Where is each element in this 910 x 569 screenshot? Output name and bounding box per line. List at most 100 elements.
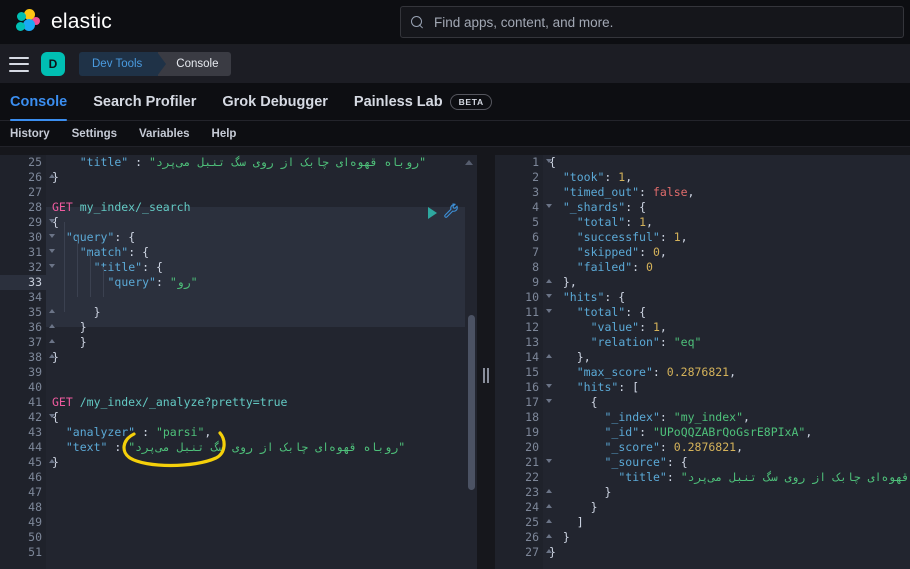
- hamburger-menu-icon[interactable]: [9, 56, 29, 72]
- line-number: 44: [28, 440, 42, 454]
- line-number: 25: [495, 515, 552, 530]
- line-number: 24: [495, 500, 552, 515]
- line-number: 4: [495, 200, 552, 215]
- subnav-item-settings[interactable]: Settings: [72, 128, 117, 140]
- code-line: }: [79, 320, 87, 334]
- code-line: "skipped": 0,: [576, 245, 667, 259]
- line-number: 35: [0, 305, 55, 320]
- line-number: 7: [532, 245, 539, 259]
- tab-search-profiler-label: Search Profiler: [93, 93, 197, 110]
- line-number: 17: [495, 395, 552, 410]
- subnav-item-variables[interactable]: Variables: [139, 128, 190, 140]
- code-line: }: [604, 485, 612, 499]
- app-initial-badge[interactable]: D: [41, 52, 65, 76]
- splitter-grip-handle[interactable]: [483, 368, 489, 383]
- scroll-up-arrow[interactable]: [465, 160, 473, 165]
- tab-search-profiler[interactable]: Search Profiler: [93, 83, 196, 121]
- line-number: 29: [0, 215, 55, 230]
- code-line: "successful": 1,: [576, 230, 688, 244]
- breadcrumb-item-console[interactable]: Console: [158, 52, 231, 76]
- line-number: 5: [532, 215, 539, 229]
- tab-painless-lab[interactable]: Painless Lab BETA: [354, 83, 492, 121]
- code-line: }: [79, 335, 87, 349]
- line-number: 3: [532, 185, 539, 199]
- code-line: "match": {: [79, 245, 150, 259]
- code-line: ]: [576, 515, 584, 529]
- line-number: 15: [525, 365, 539, 379]
- response-code: { "took": 1, "timed_out": false, "_shard…: [549, 155, 910, 560]
- line-number: 48: [28, 500, 42, 514]
- code-line: "_index": "my_index",: [604, 410, 750, 424]
- code-line: "took": 1,: [562, 170, 633, 184]
- line-number: 39: [28, 365, 42, 379]
- code-line: "total": {: [576, 305, 647, 319]
- code-line: "query": {: [65, 230, 136, 244]
- code-line: }: [52, 170, 59, 184]
- code-line: "title": "روباه قهوه‌ای چابک از روی سگ ت…: [618, 470, 910, 484]
- global-search-placeholder: Find apps, content, and more.: [434, 14, 614, 30]
- line-number: 21: [495, 455, 552, 470]
- code-line: {: [549, 155, 556, 169]
- line-number: 27: [28, 185, 42, 199]
- line-number: 28: [28, 200, 42, 214]
- pane-splitter[interactable]: [477, 155, 495, 569]
- response-line-gutter: 1 2 3 4 5 6 7 8 9 10 11 12 13 14 15 16 17 18 19 20 21 22 23 24 2…: [495, 155, 552, 569]
- console-workspace: 25 26 27 28 29 30 31 32 33 34 35 36 37 38 39 40 41 42 43 44…: [0, 155, 910, 569]
- tab-painless-lab-label: Painless Lab: [353, 93, 443, 110]
- elastic-brand[interactable]: elastic: [8, 9, 112, 35]
- breadcrumb-bar: D Dev Tools Console: [0, 45, 910, 83]
- code-line: GET my_index/_search: [52, 200, 191, 214]
- code-line: {: [52, 215, 59, 229]
- global-search-box[interactable]: Find apps, content, and more.: [400, 6, 904, 38]
- code-line: "_shards": {: [562, 200, 646, 214]
- elastic-logo-icon: [16, 9, 42, 35]
- editor-scroll-thumb[interactable]: [468, 315, 475, 490]
- subnav-item-history[interactable]: History: [10, 128, 50, 140]
- line-number: 18: [525, 410, 539, 424]
- line-number: 50: [28, 530, 42, 544]
- code-line: },: [576, 350, 591, 364]
- code-line: "max_score": 0.2876821,: [576, 365, 737, 379]
- line-number: 10: [495, 290, 552, 305]
- code-line: "title": {: [93, 260, 163, 274]
- line-number: 6: [532, 230, 539, 244]
- indent-guide: [64, 222, 65, 312]
- code-line: }: [93, 305, 101, 319]
- line-number: 36: [0, 320, 55, 335]
- line-number: 47: [28, 485, 42, 499]
- request-editor-pane[interactable]: 25 26 27 28 29 30 31 32 33 34 35 36 37 38 39 40 41 42 43 44…: [0, 155, 477, 569]
- line-number: 20: [525, 440, 539, 454]
- request-code[interactable]: "title" : "روباه قهوه‌ای چابک از روی سگ …: [52, 155, 465, 560]
- code-line: {: [52, 410, 59, 424]
- line-number: 1: [495, 155, 552, 170]
- request-line-gutter: 25 26 27 28 29 30 31 32 33 34 35 36 37 38 39 40 41 42 43 44…: [0, 155, 55, 569]
- play-icon[interactable]: [428, 207, 437, 219]
- beta-badge: BETA: [449, 93, 492, 110]
- response-pane[interactable]: 1 2 3 4 5 6 7 8 9 10 11 12 13 14 15 16 17 18 19 20 21 22 23 24 2…: [495, 155, 910, 569]
- line-number: 27: [495, 545, 552, 560]
- breadcrumb-item-dev-tools[interactable]: Dev Tools: [79, 52, 167, 76]
- code-line: "hits": {: [562, 290, 626, 304]
- code-line: },: [562, 275, 577, 289]
- wrench-icon[interactable]: [443, 203, 459, 219]
- tab-console[interactable]: Console: [10, 83, 68, 121]
- code-line: "analyzer" : "parsi",: [65, 425, 212, 439]
- code-line: GET /my_index/_analyze?pretty=true: [52, 395, 288, 409]
- line-number: 51: [28, 545, 42, 559]
- code-line: "relation": "eq": [590, 335, 702, 349]
- code-line: "query": "رو": [107, 275, 198, 289]
- line-number: 31: [0, 245, 55, 260]
- code-line: "_source": {: [604, 455, 688, 469]
- tab-grok-debugger[interactable]: Grok Debugger: [222, 83, 328, 121]
- line-number: 33: [0, 275, 46, 290]
- line-number: 26: [0, 170, 55, 185]
- indent-guide: [77, 237, 78, 297]
- line-number: 23: [495, 485, 552, 500]
- subnav-item-help[interactable]: Help: [212, 128, 237, 140]
